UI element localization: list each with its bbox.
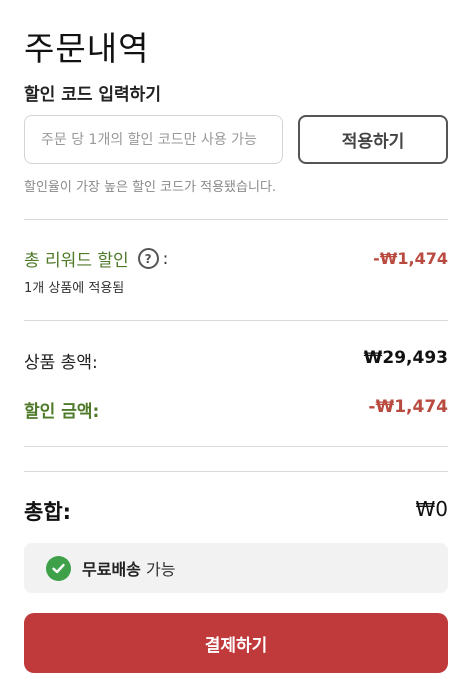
question-circle-icon[interactable]: ? [137,248,159,269]
checkout-button[interactable]: 결제하기 [24,613,448,673]
coupon-input[interactable] [24,115,283,164]
divider [24,320,448,321]
subtotal-value: ₩29,493 [363,348,448,368]
coupon-note: 할인율이 가장 높은 할인 코드가 적용됐습니다. [24,180,277,195]
divider [24,471,448,472]
reward-discount-sub: 1개 상품에 적용됨 [24,281,125,296]
reward-discount-row: 총 리워드 할인 ? : [24,246,168,271]
free-shipping-strong: 무료배송 [82,560,141,579]
divider [24,219,448,220]
free-shipping-text: 무료배송 가능 [82,556,175,580]
page-title: 주문내역 [24,29,150,68]
total-value: ₩0 [415,497,449,521]
discount-value: -₩1,474 [368,397,448,417]
free-shipping-banner: 무료배송 가능 [24,543,448,593]
reward-colon: : [162,248,169,269]
apply-coupon-button[interactable]: 적용하기 [298,115,448,164]
reward-discount-value: -₩1,474 [373,249,448,268]
reward-discount-label: 총 리워드 할인 [24,251,129,271]
discount-label: 할인 금액: [24,402,100,422]
check-circle-icon [46,555,71,581]
coupon-label: 할인 코드 입력하기 [24,85,161,105]
order-summary-panel: 주문내역 할인 코드 입력하기 적용하기 할인율이 가장 높은 할인 코드가 적… [0,0,458,673]
free-shipping-available: 가능 [140,560,176,579]
divider [24,446,448,447]
subtotal-label: 상품 총액: [24,353,98,373]
total-label: 총합: [24,500,72,524]
